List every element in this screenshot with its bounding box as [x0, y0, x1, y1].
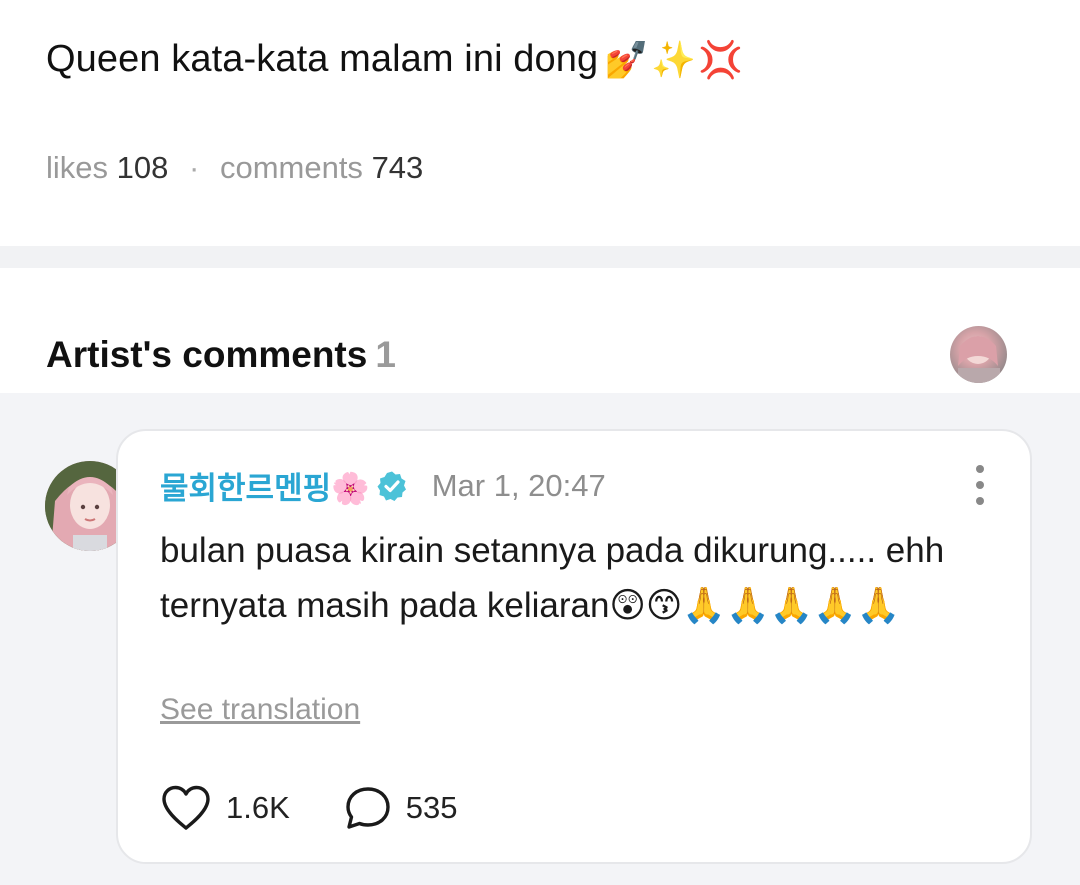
- comment-timestamp: Mar 1, 20:47: [431, 467, 606, 503]
- reply-count: 535: [405, 790, 458, 825]
- section-title-label: Artist's comments: [46, 334, 368, 375]
- stats-separator: ·: [189, 150, 200, 185]
- see-translation-link[interactable]: See translation: [160, 693, 360, 727]
- speech-bubble-icon: [346, 787, 390, 829]
- post-stats: likes 108 · comments 743: [46, 150, 423, 186]
- more-dot: [976, 497, 984, 505]
- heart-icon: [162, 785, 210, 830]
- more-options-icon[interactable]: [972, 465, 988, 505]
- section-title: Artist's comments 1: [46, 334, 396, 376]
- post-emojis: 💅 ✨ 💢: [604, 39, 744, 81]
- comments-label: comments: [219, 150, 363, 185]
- artist-avatar-small[interactable]: [950, 326, 1007, 383]
- more-dot: [976, 465, 984, 473]
- sparkles-emoji-icon: ✨: [651, 39, 697, 81]
- comment-actions: 1.6K 535: [160, 785, 458, 831]
- comment-author-row: 물회한르멘핑🌸 Mar 1, 20:47: [160, 463, 606, 508]
- post-text: Queen kata-kata malam ini dong 💅 ✨ 💢: [46, 38, 743, 81]
- author-name[interactable]: 물회한르멘핑🌸: [160, 463, 370, 508]
- like-button[interactable]: 1.6K: [160, 785, 290, 831]
- section-divider: [0, 246, 1080, 268]
- reply-button[interactable]: 535: [344, 785, 458, 831]
- like-count: 1.6K: [226, 790, 290, 825]
- more-dot: [976, 481, 984, 489]
- post-header: Queen kata-kata malam ini dong 💅 ✨ 💢 likes …: [0, 0, 1080, 246]
- section-title-count: 1: [375, 334, 396, 375]
- anger-emoji-icon: 💢: [698, 39, 744, 81]
- nail-polish-emoji-icon: 💅: [604, 39, 650, 81]
- verified-check-icon: [377, 471, 406, 501]
- comments-area: 물회한르멘핑🌸 Mar 1, 20:47 bulan puasa kirain …: [0, 393, 1080, 885]
- post-caption: Queen kata-kata malam ini dong: [46, 38, 599, 80]
- artist-comments-header: Artist's comments 1: [0, 268, 1080, 393]
- comment-card: 물회한르멘핑🌸 Mar 1, 20:47 bulan puasa kirain …: [116, 429, 1032, 864]
- likes-count: 108: [116, 150, 169, 185]
- likes-label: likes: [46, 150, 109, 185]
- comments-count: 743: [371, 150, 424, 185]
- comment-body: bulan puasa kirain setannya pada dikurun…: [160, 531, 945, 625]
